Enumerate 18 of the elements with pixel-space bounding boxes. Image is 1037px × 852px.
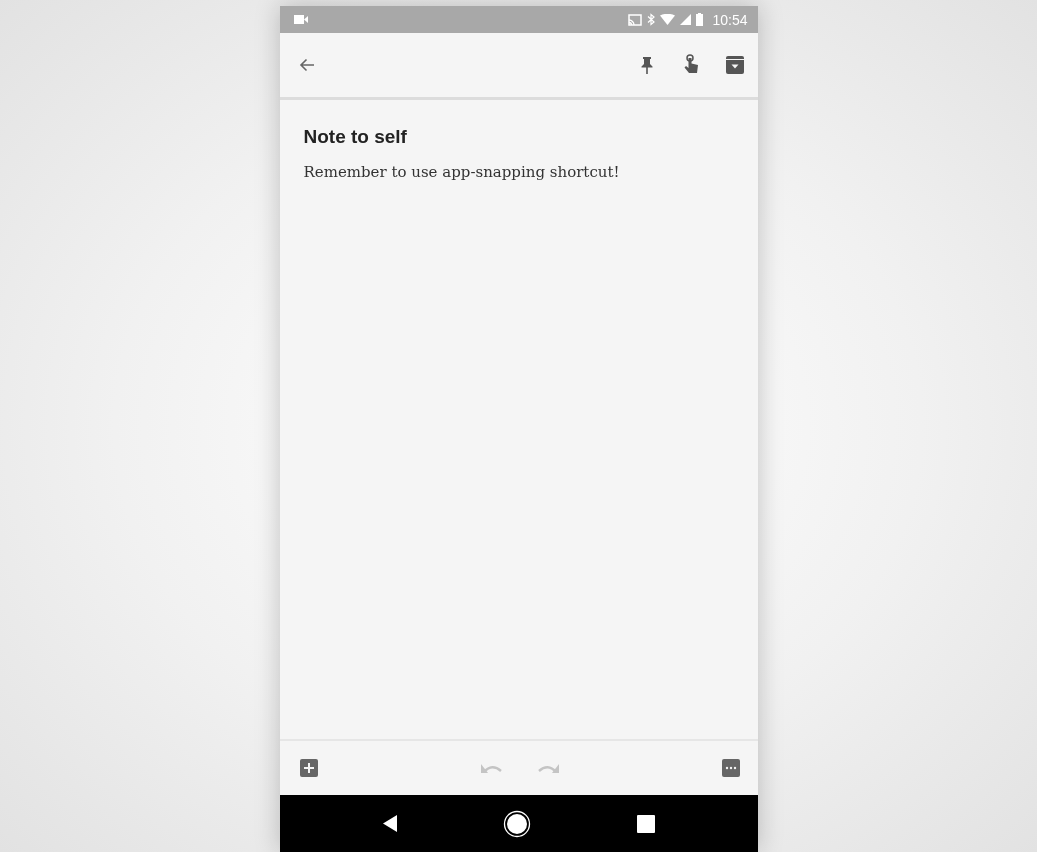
archive-icon (725, 56, 744, 74)
undo-icon (479, 762, 504, 774)
cast-icon (628, 13, 643, 26)
bluetooth-icon (647, 13, 656, 26)
battery-icon (696, 13, 704, 26)
wifi-icon (660, 14, 676, 25)
square-icon (636, 814, 655, 833)
triangle-icon (382, 815, 397, 832)
back-arrow-icon (298, 58, 315, 72)
status-time: 10:54 (712, 11, 748, 28)
note-body[interactable]: Remember to use app-snapping shortcut! (303, 163, 734, 181)
more-icon (721, 759, 740, 777)
cell-signal-icon (680, 14, 692, 25)
note-title[interactable]: Note to self (303, 126, 734, 148)
circle-icon (502, 809, 531, 838)
plus-icon (299, 759, 318, 777)
pin-icon (640, 56, 653, 74)
video-camera-icon (293, 15, 308, 24)
